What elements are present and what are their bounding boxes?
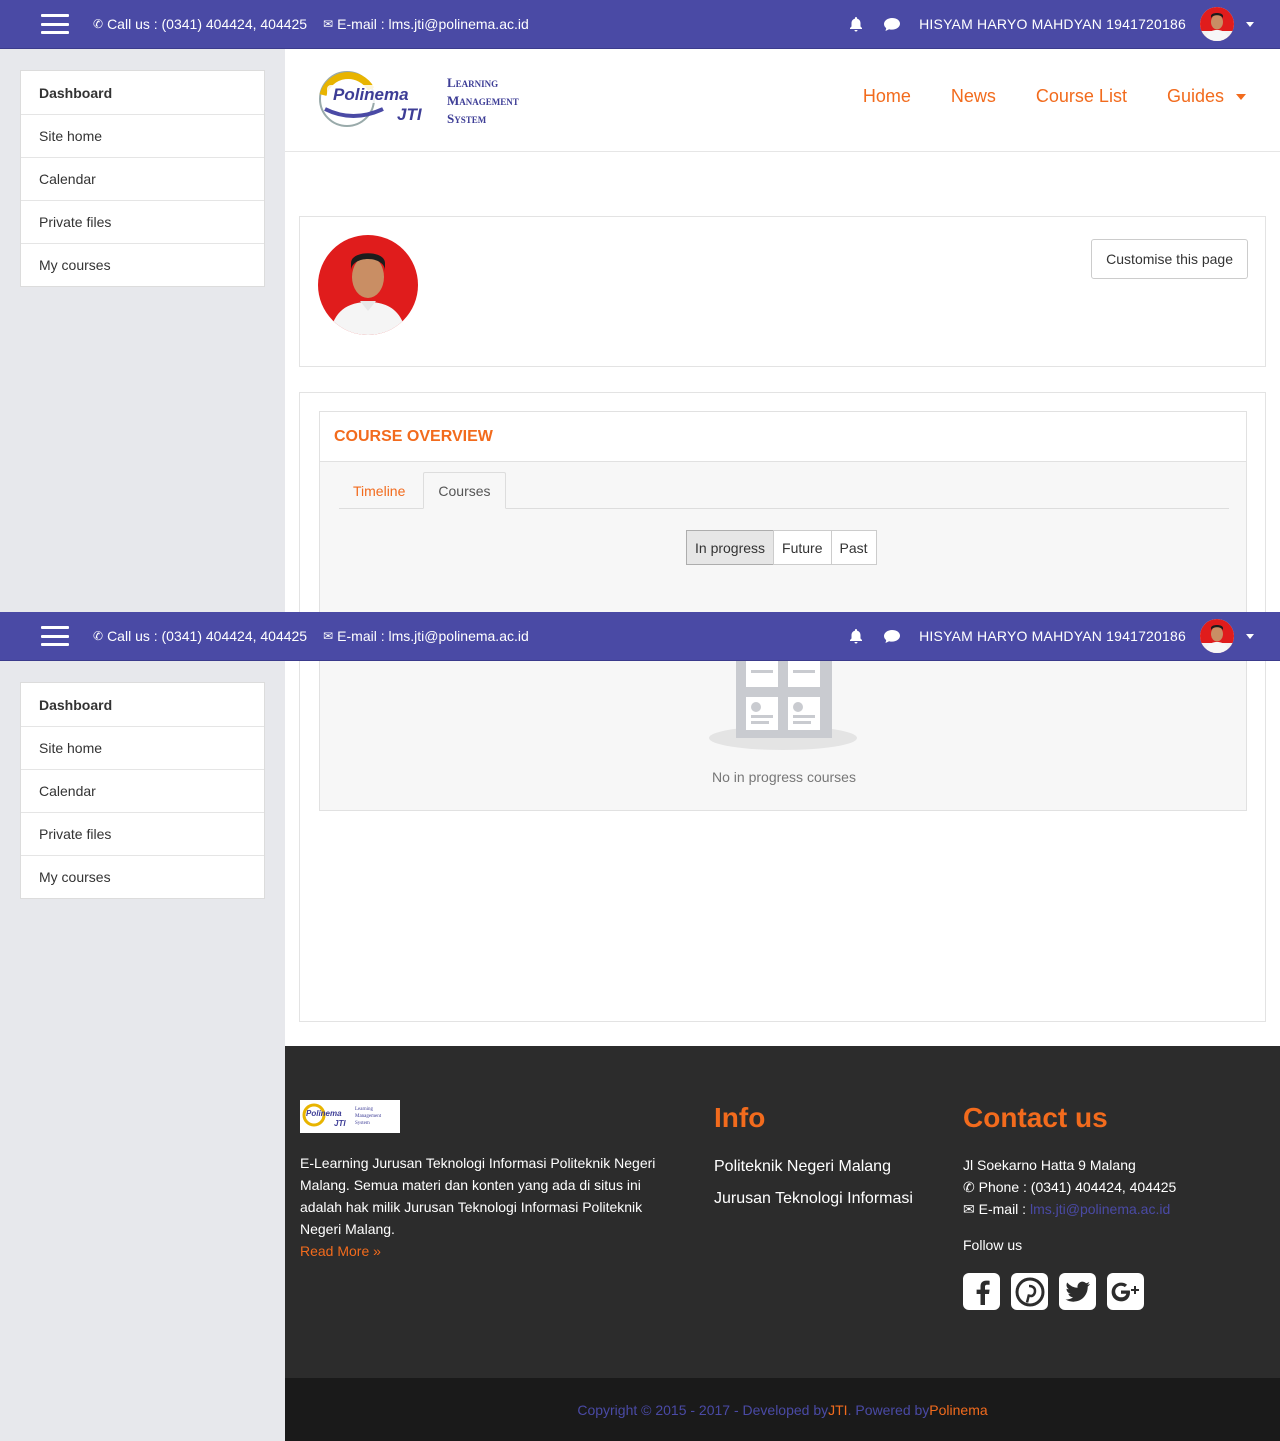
sidebar-item-calendar[interactable]: Calendar [21,157,264,200]
course-overview-title: COURSE OVERVIEW [320,412,1246,462]
user-avatar[interactable] [1200,619,1234,653]
logo-sub: JTI [397,105,423,124]
sidebar-item-calendar[interactable]: Calendar [21,769,264,812]
follow-us-label: Follow us [963,1237,1023,1253]
contact-heading: Contact us [963,1102,1108,1133]
bell-icon[interactable] [849,628,863,644]
call-us-text: Call us : (0341) 404424, 404425 [107,16,308,32]
sidebar-item-dashboard[interactable]: Dashboard [21,683,264,726]
hamburger-menu-icon[interactable] [41,14,69,34]
course-overview-tabs: Timeline Courses [339,472,1229,509]
email-text: E-mail : lms.jti@polinema.ac.id [337,16,529,32]
jti-link[interactable]: JTI [828,1402,847,1418]
sidebar-nav-sticky: Dashboard Site home Calendar Private fil… [20,682,265,899]
polinema-lms-logo[interactable]: Polinema JTI Learning Management System [313,65,563,137]
envelope-icon: ✉ [323,17,334,31]
phone-icon: ✆ [93,17,104,31]
sidebar-item-my-courses[interactable]: My courses [21,243,264,286]
info-link-polinema[interactable]: Politeknik Negeri Malang [714,1151,913,1183]
twitter-icon[interactable] [1059,1273,1096,1310]
sidebar-item-private-files[interactable]: Private files [21,200,264,243]
nav-guides-label: Guides [1166,86,1224,106]
filter-future-button[interactable]: Future [773,530,832,565]
contact-email-link[interactable]: lms.jti@polinema.ac.id [1030,1201,1170,1217]
contact-address: Jl Soekarno Hatta 9 Malang [963,1157,1136,1173]
sidebar-item-site-home[interactable]: Site home [21,726,264,769]
logo-word: Polinema [333,85,409,104]
info-link-jti[interactable]: Jurusan Teknologi Informasi [714,1183,913,1215]
nav-guides[interactable]: Guides [1167,86,1246,107]
filter-in-progress-button[interactable]: In progress [686,530,775,565]
bell-icon[interactable] [849,16,863,32]
chat-icon[interactable] [883,17,901,32]
copyright-prefix: Copyright © 2015 - 2017 - Developed by [577,1401,829,1418]
sidebar-background-lower [0,1046,285,1441]
info-links: Politeknik Negeri Malang Jurusan Teknolo… [714,1151,913,1215]
footer-logo-line1: Learning [355,1107,374,1112]
hamburger-menu-icon[interactable] [41,626,69,646]
chat-icon[interactable] [883,629,901,644]
pinterest-icon[interactable] [1011,1273,1048,1310]
chevron-down-icon [1236,93,1246,100]
user-menu-caret-icon[interactable] [1246,633,1254,639]
call-us-text: Call us : (0341) 404424, 404425 [107,628,308,644]
course-overview-block: COURSE OVERVIEW Timeline Courses In prog… [319,411,1247,811]
footer-logo-line2: Management [355,1114,382,1119]
logo-line2: Management [447,93,519,108]
user-avatar[interactable] [1200,7,1234,41]
nav-course-list[interactable]: Course List [1036,86,1127,107]
copyright-bar: Copyright © 2015 - 2017 - Developed by J… [285,1378,1280,1441]
main-nav: Home News Course List Guides [823,86,1246,107]
footer-logo-line3: System [355,1121,370,1126]
email-text: E-mail : lms.jti@polinema.ac.id [337,628,529,644]
top-navbar: ✆ Call us : (0341) 404424, 404425 ✉ E-ma… [0,0,1280,49]
contact-info: ✆ Call us : (0341) 404424, 404425 ✉ E-ma… [93,16,529,32]
contact-phone: Phone : (0341) 404424, 404425 [978,1179,1177,1195]
facebook-icon[interactable] [963,1273,1000,1310]
google-plus-icon[interactable] [1107,1273,1144,1310]
profile-panel: Customise this page [299,216,1266,367]
user-name[interactable]: HISYAM HARYO MAHDYAN 1941720186 [919,16,1186,32]
sidebar-item-dashboard[interactable]: Dashboard [21,71,264,114]
empty-courses-text: No in progress courses [712,769,856,785]
empty-courses-illustration [709,652,857,750]
read-more-link[interactable]: Read More » [300,1240,670,1262]
footer-logo[interactable]: Polinema JTI Learning Management System [300,1100,400,1133]
footer: Polinema JTI Learning Management System … [285,1046,1280,1378]
contact-info: ✆ Call us : (0341) 404424, 404425 ✉ E-ma… [93,628,529,644]
top-navbar-sticky: ✆ Call us : (0341) 404424, 404425 ✉ E-ma… [0,612,1280,661]
contact-details: Jl Soekarno Hatta 9 Malang ✆ Phone : (03… [963,1154,1176,1220]
footer-logo-sub: JTI [334,1119,346,1128]
sidebar-item-my-courses[interactable]: My courses [21,855,264,898]
info-heading: Info [714,1102,766,1133]
sidebar-nav: Dashboard Site home Calendar Private fil… [20,70,265,287]
nav-home[interactable]: Home [863,86,911,107]
user-menu-caret-icon[interactable] [1246,21,1254,27]
profile-photo [318,235,418,335]
copyright-mid: . Powered by [847,1401,930,1418]
envelope-icon: ✉ [323,629,334,643]
footer-description-text: E-Learning Jurusan Teknologi Informasi P… [300,1155,656,1237]
social-links [963,1273,1144,1310]
sidebar-item-site-home[interactable]: Site home [21,114,264,157]
footer-description: E-Learning Jurusan Teknologi Informasi P… [300,1152,670,1262]
course-filter-group: In progress Future Past [686,530,877,565]
filter-past-button[interactable]: Past [830,530,877,565]
envelope-icon: ✉ [963,1201,979,1217]
phone-icon: ✆ [963,1179,979,1195]
logo-line1: Learning [447,75,498,90]
contact-email-prefix: E-mail : [978,1201,1030,1217]
customise-page-button[interactable]: Customise this page [1091,239,1248,279]
footer-logo-word: Polinema [306,1109,342,1118]
user-name[interactable]: HISYAM HARYO MAHDYAN 1941720186 [919,628,1186,644]
sidebar-item-private-files[interactable]: Private files [21,812,264,855]
phone-icon: ✆ [93,629,104,643]
tab-timeline[interactable]: Timeline [339,472,419,509]
nav-news[interactable]: News [951,86,996,107]
tab-courses[interactable]: Courses [423,472,506,509]
logo-line3: System [447,111,487,126]
brand-header: Polinema JTI Learning Management System … [285,49,1280,152]
polinema-link[interactable]: Polinema [929,1402,987,1418]
